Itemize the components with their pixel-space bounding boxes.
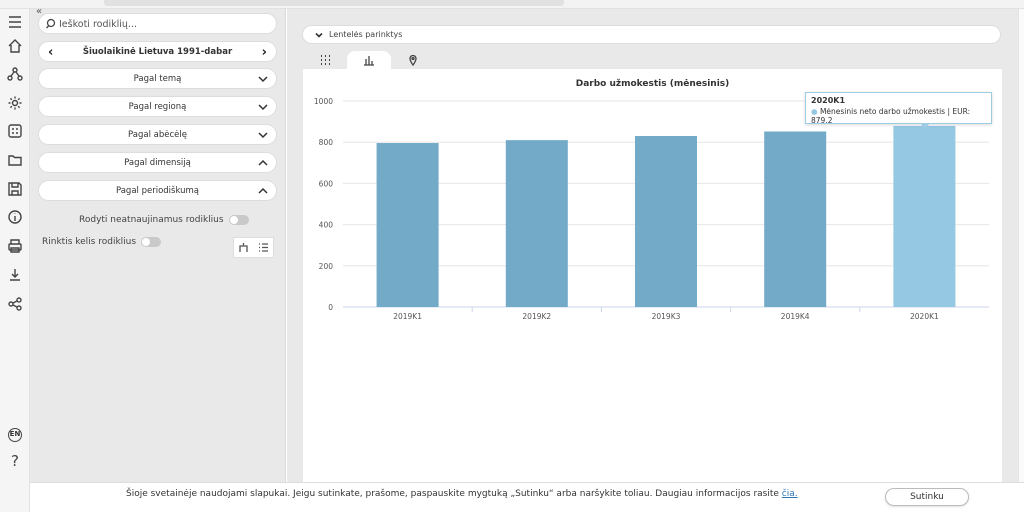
printer-icon[interactable] [5, 236, 25, 256]
period-selector[interactable]: ‹ Šiuolaikinė Lietuva 1991-dabar › [38, 41, 277, 62]
gear-icon[interactable] [5, 93, 25, 113]
icon-rail: EN ? [0, 9, 30, 512]
filter-label: Pagal dimensiją [124, 157, 191, 168]
language-en-icon: EN [8, 428, 22, 442]
bar [634, 136, 698, 307]
chevron-down-icon [258, 132, 268, 139]
cookie-text: Šioje svetainėje naudojami slapukai. Jei… [126, 489, 782, 499]
filter-label: Pagal temą [133, 73, 182, 84]
list-view-button[interactable] [254, 238, 274, 257]
show-outdated-toggle-row: Rodyti neatnaujinamus rodiklius [79, 215, 249, 225]
filter-by-alphabet[interactable]: Pagal abėcėlę [38, 124, 277, 145]
menu-icon[interactable] [5, 12, 25, 32]
y-tick-label: 0 [328, 303, 333, 312]
chevron-down-icon [315, 32, 323, 38]
x-tick-label: 2019K1 [393, 312, 422, 321]
browser-top-strip [0, 0, 1024, 9]
tab-table[interactable] [303, 51, 347, 69]
tree-view-button[interactable] [234, 238, 254, 257]
filter-label: Pagal regioną [128, 101, 187, 112]
language-button[interactable]: EN [5, 425, 25, 445]
show-outdated-switch[interactable] [228, 215, 249, 225]
previous-period-button[interactable]: ‹ [48, 45, 53, 60]
chevron-up-icon [258, 187, 268, 194]
filter-label: Pagal abėcėlę [128, 129, 187, 140]
help-icon[interactable]: ? [5, 451, 25, 471]
map-pin-icon [409, 54, 417, 66]
bar [893, 125, 956, 307]
tooltip-series-marker: ● [811, 107, 818, 116]
tab-chart[interactable] [347, 51, 391, 69]
save-icon[interactable] [5, 179, 25, 199]
y-tick-label: 1000 [314, 97, 333, 106]
indicator-search[interactable] [38, 13, 277, 34]
scrollbar[interactable] [1018, 9, 1024, 482]
calculator-icon[interactable] [5, 121, 25, 141]
y-tick-label: 800 [319, 138, 334, 147]
filter-label: Pagal periodiškumą [115, 185, 200, 196]
download-icon[interactable] [5, 265, 25, 285]
cookie-more-link[interactable]: čia. [782, 489, 798, 499]
chevron-down-icon [258, 104, 268, 111]
bar-chart-icon [364, 56, 374, 66]
table-options-label: Lentelės parinktys [329, 30, 403, 39]
chevron-down-icon [258, 76, 268, 83]
select-multiple-toggle-row: Rinktis kelis rodiklius [42, 237, 162, 247]
filter-by-region[interactable]: Pagal regioną [38, 96, 277, 117]
address-bar[interactable] [104, 0, 564, 6]
accept-cookies-button[interactable]: Sutinku [885, 488, 969, 506]
x-tick-label: 2019K3 [652, 312, 681, 321]
network-icon[interactable] [5, 64, 25, 84]
x-tick-label: 2019K4 [781, 312, 810, 321]
y-tick-label: 600 [319, 179, 334, 188]
select-multiple-switch[interactable] [141, 237, 162, 247]
chart-panel: Darbo užmokestis (mėnesinis) 0 200 400 600 8… [303, 69, 1002, 482]
show-outdated-label: Rodyti neatnaujinamus rodiklius [79, 215, 224, 225]
cookie-banner: Šioje svetainėje naudojami slapukai. Jei… [30, 482, 1024, 512]
chart-tooltip: 2020K1 ● Mėnesinis neto darbo užmokestis… [805, 92, 992, 129]
x-tick-label: 2019K2 [522, 312, 551, 321]
y-tick-label: 200 [319, 262, 334, 271]
tooltip-title: 2020K1 [811, 96, 846, 105]
chevron-up-icon [258, 159, 268, 166]
table-options-bar[interactable]: Lentelės parinktys [302, 25, 1001, 44]
bar [764, 131, 827, 307]
filter-by-topic[interactable]: Pagal temą [38, 68, 277, 89]
grid-icon [321, 55, 330, 65]
bar [505, 140, 568, 307]
folder-icon[interactable] [5, 150, 25, 170]
search-input[interactable] [59, 16, 269, 32]
cookie-text-wrap: Šioje svetainėje naudojami slapukai. Jei… [126, 489, 798, 499]
tree-icon [239, 243, 248, 252]
info-icon[interactable] [5, 207, 25, 227]
home-icon[interactable] [5, 36, 25, 56]
search-icon [46, 18, 56, 29]
x-tick-label: 2020K1 [910, 312, 939, 321]
filter-by-periodicity[interactable]: Pagal periodiškumą [38, 180, 277, 201]
period-label: Šiuolaikinė Lietuva 1991-dabar [82, 46, 233, 57]
sidebar-view-selector [233, 237, 274, 258]
next-period-button[interactable]: › [262, 45, 267, 60]
select-multiple-label: Rinktis kelis rodiklius [42, 237, 137, 247]
tooltip-text: Mėnesinis neto darbo užmokestis | EUR: 8… [811, 107, 971, 125]
bar [376, 143, 439, 307]
y-tick-label: 400 [319, 221, 334, 230]
list-icon [258, 243, 268, 252]
view-tabs [303, 51, 435, 69]
share-icon[interactable] [5, 294, 25, 314]
filter-by-dimension[interactable]: Pagal dimensiją [38, 152, 277, 173]
tab-map[interactable] [391, 51, 435, 69]
